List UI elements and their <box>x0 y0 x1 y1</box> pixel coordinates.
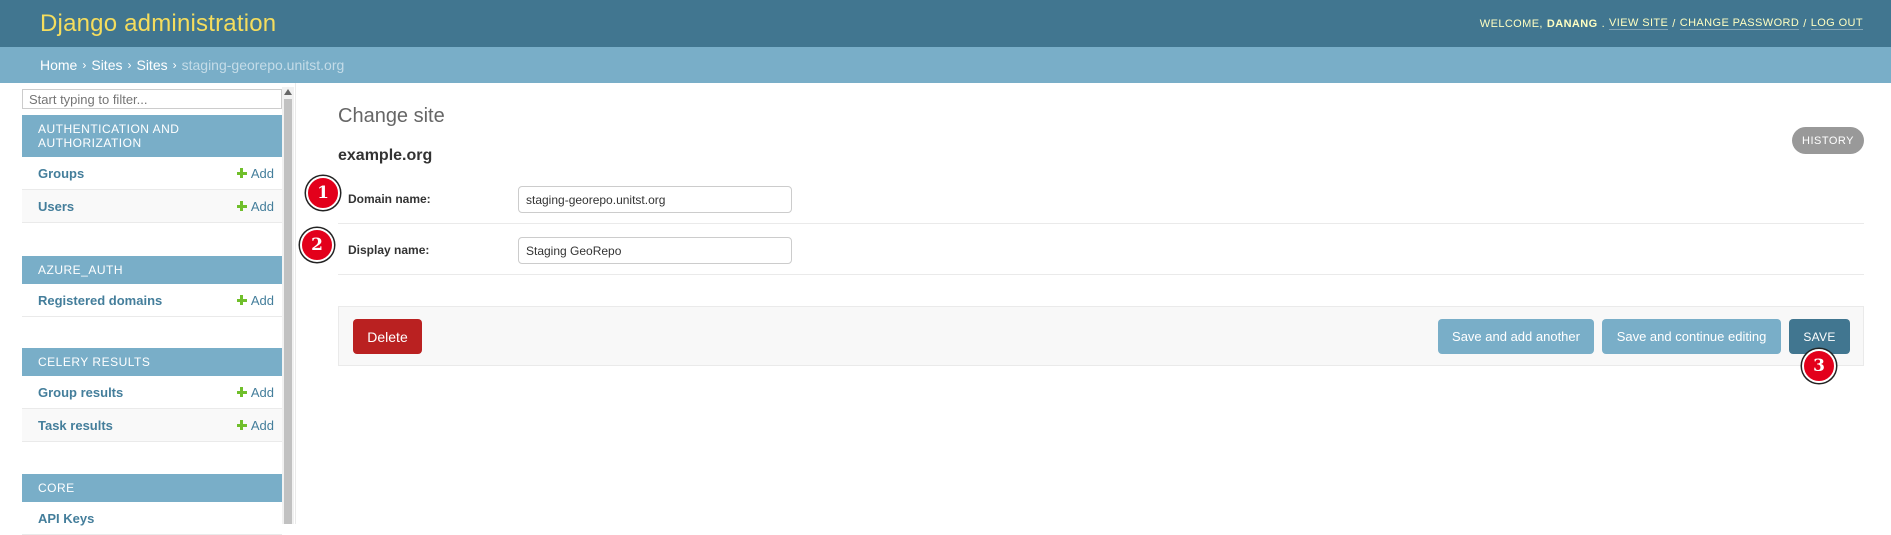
sidebar-item-users: Users Add <box>22 190 282 223</box>
plus-icon <box>236 295 247 305</box>
module-caption[interactable]: AZURE_AUTH <box>22 256 282 284</box>
nav-sidebar: AUTHENTICATION AND AUTHORIZATION Groups … <box>0 83 296 535</box>
sidebar-item-users-link[interactable]: Users <box>38 199 74 214</box>
sidebar-item-api-keys: API Keys <box>22 502 282 535</box>
view-site-link[interactable]: VIEW SITE <box>1609 17 1669 30</box>
save-and-continue-button[interactable]: Save and continue editing <box>1602 319 1781 354</box>
module-caption[interactable]: CORE <box>22 474 282 502</box>
sidebar-item-group-results: Group results Add <box>22 376 282 409</box>
sidebar-item-api-keys-link[interactable]: API Keys <box>38 511 94 526</box>
page-title: Change site <box>338 105 445 127</box>
module-authentication: AUTHENTICATION AND AUTHORIZATION Groups … <box>22 115 282 223</box>
nav-filter-input[interactable] <box>22 89 282 109</box>
change-password-link[interactable]: CHANGE PASSWORD <box>1679 17 1800 30</box>
module-core: CORE API Keys <box>22 474 282 535</box>
scroll-up-arrow-icon[interactable] <box>284 89 292 95</box>
add-registered-domains-link[interactable]: Add <box>236 293 274 308</box>
plus-icon <box>236 168 247 178</box>
main-content: Change site example.org HISTORY Domain n… <box>300 83 1868 524</box>
breadcrumb-sites-app[interactable]: Sites <box>91 57 122 73</box>
separator: / <box>1672 17 1676 30</box>
sidebar-item-task-results-link[interactable]: Task results <box>38 418 113 433</box>
user-tools: WELCOME, DANANG. VIEW SITE / CHANGE PASS… <box>1479 17 1863 30</box>
breadcrumb-sites-model[interactable]: Sites <box>136 57 167 73</box>
module-celery-results: CELERY RESULTS Group results Add Task re… <box>22 348 282 442</box>
object-title: example.org <box>338 147 433 164</box>
history-button[interactable]: HISTORY <box>1792 127 1864 154</box>
add-task-results-link[interactable]: Add <box>236 418 274 433</box>
delete-button[interactable]: Delete <box>353 319 422 354</box>
sidebar-scrollbar[interactable] <box>282 87 294 524</box>
add-users-link[interactable]: Add <box>236 199 274 214</box>
display-name-input[interactable] <box>518 237 792 264</box>
scrollbar-thumb[interactable] <box>284 99 292 524</box>
sidebar-item-groups: Groups Add <box>22 157 282 190</box>
add-group-results-link[interactable]: Add <box>236 385 274 400</box>
sidebar-item-group-results-link[interactable]: Group results <box>38 385 123 400</box>
submit-row: Delete Save and add another Save and con… <box>338 306 1864 383</box>
breadcrumb-current: staging-georepo.unitst.org <box>181 57 345 73</box>
breadcrumb-separator: › <box>127 58 132 72</box>
welcome-text: WELCOME, <box>1479 17 1543 30</box>
annotation-marker-1: 1 <box>306 176 340 210</box>
breadcrumb-separator: › <box>82 58 87 72</box>
plus-icon <box>236 387 247 397</box>
plus-icon <box>236 420 247 430</box>
separator: / <box>1803 17 1807 30</box>
sidebar-item-groups-link[interactable]: Groups <box>38 166 84 181</box>
plus-icon <box>236 201 247 211</box>
annotation-marker-2: 2 <box>300 228 334 262</box>
username: DANANG <box>1546 17 1598 30</box>
sidebar-item-registered-domains: Registered domains Add <box>22 284 282 317</box>
form-row-display: Display name: 2 <box>300 224 1864 275</box>
module-azure-auth: AZURE_AUTH Registered domains Add <box>22 256 282 317</box>
breadcrumb-separator: › <box>172 58 177 72</box>
breadcrumb-home[interactable]: Home <box>40 57 77 73</box>
add-groups-link[interactable]: Add <box>236 166 274 181</box>
save-and-add-another-button[interactable]: Save and add another <box>1438 319 1594 354</box>
form-row-domain: Domain name: 1 <box>306 173 1864 224</box>
domain-name-label: Domain name: <box>348 192 431 206</box>
breadcrumb: Home › Sites › Sites › staging-georepo.u… <box>0 47 1891 83</box>
display-name-label: Display name: <box>348 243 430 257</box>
module-caption[interactable]: CELERY RESULTS <box>22 348 282 376</box>
log-out-link[interactable]: LOG OUT <box>1810 17 1863 30</box>
domain-name-input[interactable] <box>518 186 792 213</box>
header: Django administration WELCOME, DANANG. V… <box>0 0 1891 47</box>
sidebar-item-registered-domains-link[interactable]: Registered domains <box>38 293 162 308</box>
sidebar-item-task-results: Task results Add <box>22 409 282 442</box>
site-branding[interactable]: Django administration <box>40 10 276 38</box>
annotation-marker-3: 3 <box>1802 349 1836 383</box>
module-caption[interactable]: AUTHENTICATION AND AUTHORIZATION <box>22 115 282 157</box>
